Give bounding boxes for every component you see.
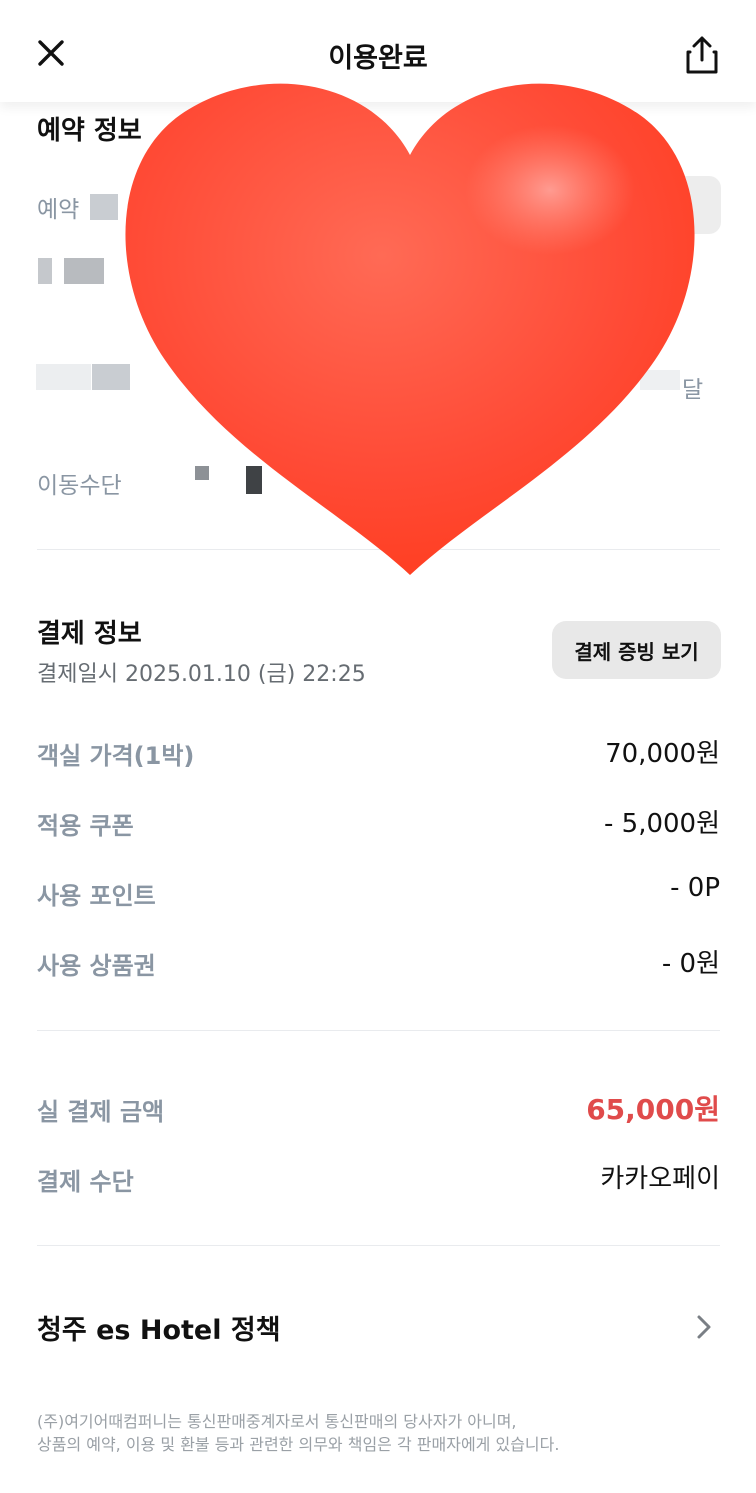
heart-sticker-icon	[125, 83, 695, 575]
coupon-label: 적용 쿠폰	[37, 812, 134, 840]
room-price-value: 70,000원	[605, 739, 720, 769]
payment-proof-button[interactable]: 결제 증빙 보기	[552, 621, 721, 679]
total-value: 65,000원	[586, 1093, 720, 1126]
blurred-text	[38, 258, 52, 284]
chevron-right-icon[interactable]	[692, 1312, 716, 1342]
payment-method-value: 카카오페이	[600, 1164, 720, 1194]
divider	[37, 1245, 720, 1246]
coupon-value: - 5,000원	[604, 809, 720, 839]
payment-section-title: 결제 정보	[37, 619, 142, 649]
blurred-text	[64, 258, 104, 284]
reservation-number-label: 예약	[37, 197, 80, 223]
footnote-line-1: (주)여기어때컴퍼니는 통신판매중계자로서 통신판매의 당사자가 아니며,	[37, 1412, 517, 1431]
payment-method-label: 결제 수단	[37, 1168, 134, 1196]
divider	[37, 1030, 720, 1031]
transport-label: 이동수단	[37, 473, 122, 499]
total-label: 실 결제 금액	[37, 1098, 165, 1126]
room-price-label: 객실 가격(1박)	[37, 742, 195, 770]
footnote-line-2: 상품의 예약, 이용 및 환불 등과 관련한 의무와 책임은 각 판매자에게 있…	[37, 1435, 560, 1454]
voucher-label: 사용 상품권	[37, 952, 156, 980]
legal-footnote: (주)여기어때컴퍼니는 통신판매중계자로서 통신판매의 당사자가 아니며, 상품…	[37, 1410, 559, 1456]
voucher-value: - 0원	[661, 949, 720, 979]
points-value: - 0P	[670, 873, 720, 903]
points-label: 사용 포인트	[37, 882, 156, 910]
hotel-policy-link[interactable]: 청주 es Hotel 정책	[37, 1308, 281, 1347]
blurred-text	[36, 364, 91, 390]
payment-datetime: 결제일시 2025.01.10 (금) 22:25	[37, 662, 366, 687]
